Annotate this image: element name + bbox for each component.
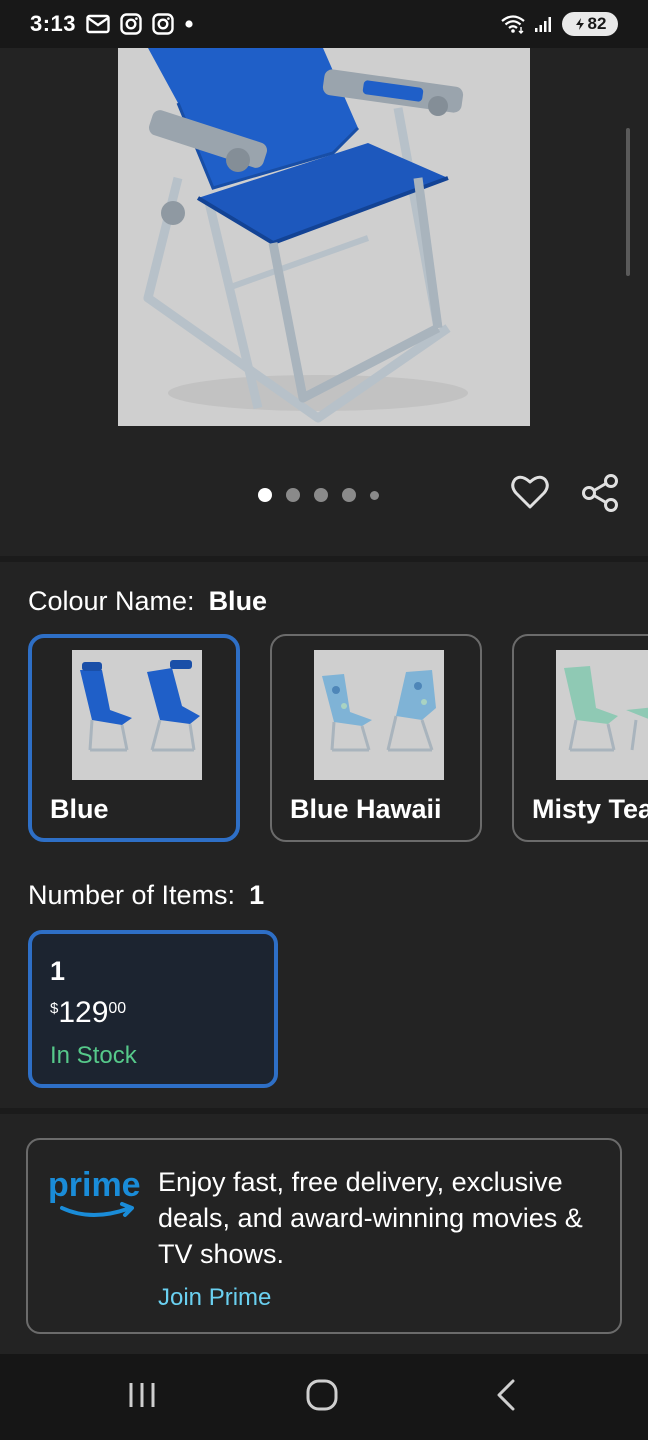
pagination-dot[interactable] xyxy=(258,488,272,502)
share-button[interactable] xyxy=(578,472,624,518)
items-label-text: Number of Items: xyxy=(28,880,236,910)
mail-icon xyxy=(86,14,110,34)
instagram-icon xyxy=(120,13,142,35)
back-button[interactable] xyxy=(476,1372,536,1422)
swatch-image xyxy=(556,650,648,780)
number-of-items-label: Number of Items: 1 xyxy=(28,880,264,911)
battery-icon: 82 xyxy=(562,12,618,36)
wifi-icon xyxy=(500,14,526,34)
items-selected-value: 1 xyxy=(249,880,265,910)
battery-level: 82 xyxy=(587,14,607,33)
colour-swatch-misty-teal[interactable]: Misty Teal xyxy=(512,634,648,842)
gallery-pagination xyxy=(258,488,379,502)
swatch-image xyxy=(72,650,202,780)
price-whole: 129 xyxy=(58,996,109,1029)
recents-button[interactable] xyxy=(112,1372,172,1422)
price-cents: 00 xyxy=(108,1000,127,1017)
wishlist-button[interactable] xyxy=(508,472,552,516)
product-gallery xyxy=(0,48,648,558)
pagination-dot[interactable] xyxy=(286,488,300,502)
pagination-dot[interactable] xyxy=(370,490,379,500)
prime-description: Enjoy fast, free delivery, exclusive dea… xyxy=(158,1167,583,1269)
scroll-indicator[interactable] xyxy=(626,128,630,276)
home-button[interactable] xyxy=(292,1372,352,1422)
prime-logo: prime xyxy=(48,1164,142,1224)
price: $12900 xyxy=(50,996,126,1030)
system-navigation-bar xyxy=(0,1354,648,1440)
home-icon xyxy=(305,1378,339,1417)
swatch-label: Blue Hawaii xyxy=(290,794,442,824)
colour-swatch-list: Blue Blue Hawaii Misty Teal xyxy=(28,634,648,848)
prime-logo-text: prime xyxy=(48,1166,141,1204)
colour-swatch-blue-hawaii[interactable]: Blue Hawaii xyxy=(270,634,482,842)
price-currency: $ xyxy=(50,1000,59,1017)
stock-status: In Stock xyxy=(50,1042,137,1069)
signal-icon xyxy=(534,15,554,33)
status-left: 3:13 xyxy=(30,0,194,48)
swatch-label: Misty Teal xyxy=(532,794,648,824)
instagram-icon xyxy=(152,13,174,35)
colour-selected-value: Blue xyxy=(208,586,268,616)
product-image[interactable] xyxy=(118,48,530,426)
heart-icon xyxy=(511,474,549,515)
swatch-label: Blue xyxy=(50,794,109,824)
colour-swatch-blue[interactable]: Blue xyxy=(28,634,240,842)
colour-name-label: Colour Name: Blue xyxy=(28,586,267,617)
pagination-dot[interactable] xyxy=(342,488,356,502)
quantity-option-card[interactable]: 1 $12900 In Stock xyxy=(28,930,278,1088)
recents-icon xyxy=(127,1380,157,1415)
pagination-dot[interactable] xyxy=(314,488,328,502)
section-divider xyxy=(0,556,648,562)
notification-dot-icon xyxy=(184,19,194,29)
section-divider xyxy=(0,1108,648,1114)
swatch-image xyxy=(314,650,444,780)
join-prime-link[interactable]: Join Prime xyxy=(158,1284,271,1312)
share-icon xyxy=(581,473,621,518)
status-bar: 3:13 82 xyxy=(0,0,648,48)
back-icon xyxy=(494,1378,518,1417)
status-right: 82 xyxy=(500,0,618,48)
status-time: 3:13 xyxy=(30,11,77,36)
prime-promo-card: prime Enjoy fast, free delivery, exclusi… xyxy=(26,1138,622,1334)
quantity-option-value: 1 xyxy=(50,956,66,986)
colour-label-text: Colour Name: xyxy=(28,586,195,616)
